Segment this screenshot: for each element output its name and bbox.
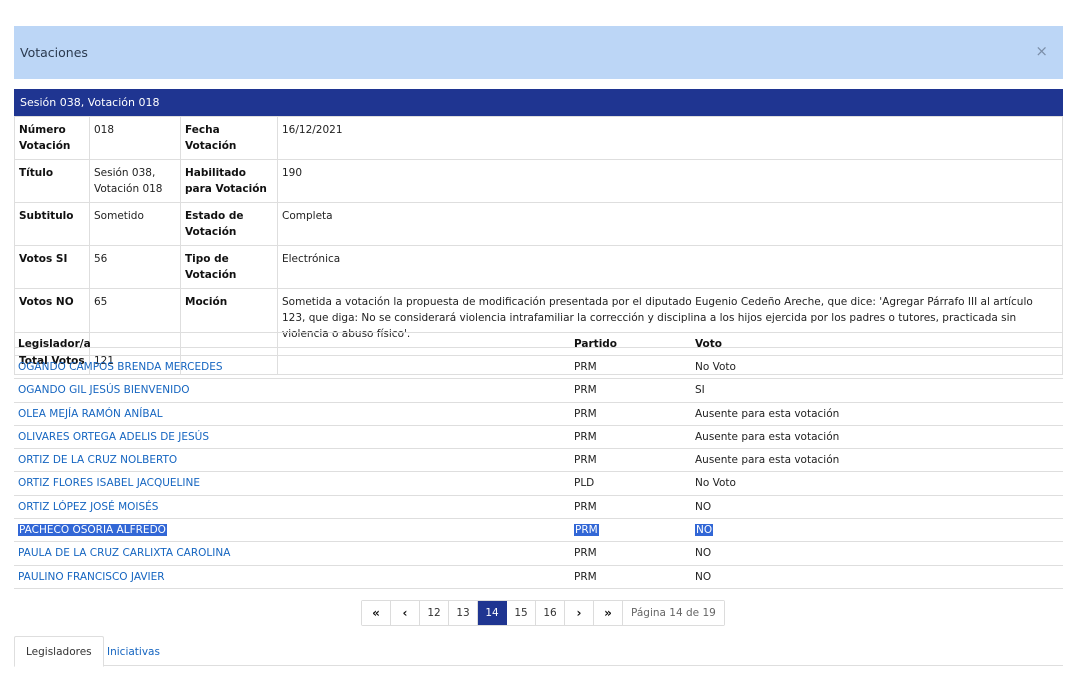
party-cell: PRM [574, 430, 597, 443]
vote-cell: No Voto [695, 361, 736, 373]
table-row: OGANDO GIL JESÚS BIENVENIDO PRM SI [14, 379, 1063, 403]
first-page-icon[interactable]: « [362, 601, 391, 625]
tab-legisladores[interactable]: Legisladores [14, 636, 104, 667]
party-cell: PLD [574, 477, 595, 490]
estado-label: Estado de Votación [180, 202, 278, 246]
habilitado-value: 190 [277, 159, 1063, 203]
subtitulo-value: Sometido [89, 202, 181, 246]
legislator-link[interactable]: OGANDO GIL JESÚS BIENVENIDO [18, 384, 190, 396]
vote-cell: Ausente para esta votación [695, 407, 840, 420]
numero-value: 018 [89, 116, 181, 160]
party-cell: PRM [574, 384, 597, 397]
table-row: PAULINO FRANCISCO JAVIER PRM NO [14, 566, 1063, 589]
page-button[interactable]: 15 [507, 601, 536, 625]
tipo-value: Electrónica [277, 245, 1063, 289]
party-cell: PRM [574, 407, 597, 420]
previous-page-icon[interactable]: ‹ [391, 601, 420, 625]
fecha-value: 16/12/2021 [277, 116, 1063, 160]
legislator-link[interactable]: PAULINO FRANCISCO JAVIER [18, 571, 165, 583]
close-icon[interactable]: × [1035, 42, 1048, 60]
legislator-link[interactable]: OLEA MEJÍA RAMÓN ANÍBAL [18, 408, 163, 420]
page-button[interactable]: 13 [449, 601, 478, 625]
party-cell: PRM [574, 570, 597, 583]
section-title: Sesión 038, Votación 018 [20, 96, 160, 109]
header-voto: Voto [695, 338, 722, 350]
modal-title: Votaciones [20, 45, 88, 60]
vote-cell: Ausente para esta votación [695, 454, 840, 467]
party-cell: PRM [574, 454, 597, 467]
next-page-icon[interactable]: › [565, 601, 594, 625]
table-row: OGANDO CAMPOS BRENDA MERCEDES PRM No Vot… [14, 356, 1063, 380]
legislator-link[interactable]: PACHECO OSORIA ALFREDO [18, 524, 167, 537]
party-cell: PRM [574, 361, 597, 373]
vote-cell: NO [695, 500, 712, 513]
tab-iniciativas[interactable]: Iniciativas [96, 636, 171, 667]
fecha-label: Fecha Votación [180, 116, 278, 160]
header-partido: Partido [574, 338, 618, 350]
section-title-bar: Sesión 038, Votación 018 [14, 89, 1063, 116]
table-row: OLIVARES ORTEGA ADELIS DE JESÚS PRM Ause… [14, 426, 1063, 450]
legislator-link[interactable]: ORTIZ DE LA CRUZ NOLBERTO [18, 454, 177, 466]
votos-si-value: 56 [89, 245, 181, 289]
legislators-table: OGANDO CAMPOS BRENDA MERCEDES PRM No Vot… [14, 356, 1063, 589]
vote-cell: SI [695, 384, 705, 397]
table-row: ORTIZ DE LA CRUZ NOLBERTO PRM Ausente pa… [14, 449, 1063, 473]
legislator-link[interactable]: PAULA DE LA CRUZ CARLIXTA CAROLINA [18, 547, 230, 559]
table-row: PAULA DE LA CRUZ CARLIXTA CAROLINA PRM N… [14, 542, 1063, 566]
page-button-current[interactable]: 14 [478, 601, 507, 625]
pagination: « ‹ 12 13 14 15 16 › » Página 14 de 19 [361, 600, 725, 626]
vote-cell: NO [695, 547, 712, 560]
legislator-link[interactable]: OGANDO CAMPOS BRENDA MERCEDES [18, 361, 223, 373]
table-row: ORTIZ LÓPEZ JOSÉ MOISÉS PRM NO [14, 496, 1063, 520]
header-legislador: Legislador/a [18, 338, 91, 350]
subtitulo-label: Subtitulo [14, 202, 90, 246]
table-row: OLEA MEJÍA RAMÓN ANÍBAL PRM Ausente para… [14, 403, 1063, 426]
last-page-icon[interactable]: » [594, 601, 623, 625]
party-cell: PRM [574, 500, 597, 513]
table-row: ORTIZ FLORES ISABEL JACQUELINE PLD No Vo… [14, 472, 1063, 496]
vote-cell: No Voto [695, 477, 736, 490]
vote-cell: NO [695, 524, 714, 537]
modal-header: Votaciones × [14, 26, 1063, 79]
legislator-link[interactable]: ORTIZ FLORES ISABEL JACQUELINE [18, 477, 200, 489]
table-row-selected: PACHECO OSORIA ALFREDO PRM NO [14, 519, 1063, 543]
legislators-table-header: Legislador/a Partido Voto [14, 332, 1063, 356]
titulo-value: Sesión 038, Votación 018 [89, 159, 181, 203]
party-cell: PRM [574, 547, 597, 560]
estado-value: Completa [277, 202, 1063, 246]
page-button[interactable]: 16 [536, 601, 565, 625]
titulo-label: Título [14, 159, 90, 203]
party-cell: PRM [574, 524, 599, 537]
bottom-tabs: Legisladores Iniciativas [14, 636, 1063, 667]
numero-label: Número Votación [14, 116, 90, 160]
page-info: Página 14 de 19 [623, 601, 724, 625]
vote-cell: NO [695, 570, 712, 583]
habilitado-label: Habilitado para Votación [180, 159, 278, 203]
page-button[interactable]: 12 [420, 601, 449, 625]
tipo-label: Tipo de Votación [180, 245, 278, 289]
votos-si-label: Votos SI [14, 245, 90, 289]
vote-cell: Ausente para esta votación [695, 430, 840, 443]
legislator-link[interactable]: ORTIZ LÓPEZ JOSÉ MOISÉS [18, 501, 158, 513]
legislator-link[interactable]: OLIVARES ORTEGA ADELIS DE JESÚS [18, 431, 209, 443]
